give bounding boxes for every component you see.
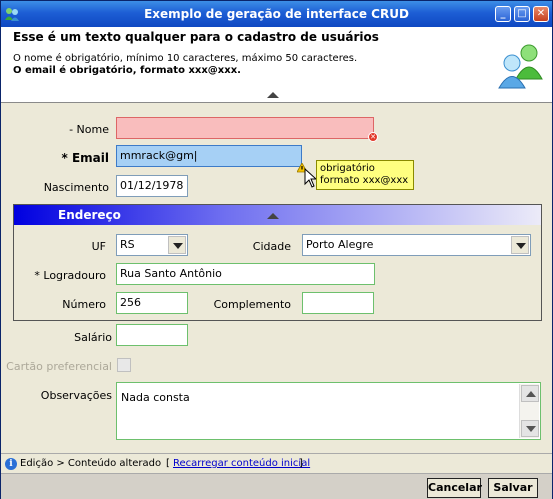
users-icon — [498, 44, 543, 89]
cidade-label: Cidade — [252, 240, 291, 253]
endereco-title: Endereço — [58, 208, 121, 222]
numero-label: Número — [62, 298, 106, 311]
window-title: Exemplo de geração de interface CRUD — [144, 7, 409, 21]
status-bar: i Edição > Conteúdo alterado [ Recarrega… — [1, 453, 552, 473]
endereco-header[interactable]: Endereço — [14, 205, 541, 225]
maximize-button[interactable]: □ — [514, 6, 530, 22]
status-text: Edição > Conteúdo alterado — [20, 458, 162, 469]
close-button[interactable]: ✕ — [533, 6, 549, 22]
info-icon: i — [5, 458, 17, 470]
logradouro-label: * Logradouro — [34, 269, 106, 282]
close-icon: ✕ — [536, 8, 546, 19]
reload-content-link[interactable]: Recarregar conteúdo inicial — [173, 458, 310, 469]
maximize-icon: □ — [517, 8, 527, 19]
tooltip-line-required: obrigatório — [320, 163, 375, 174]
nascimento-input[interactable]: 01/12/1978 — [116, 175, 188, 197]
error-icon: ✕ — [368, 132, 378, 142]
endereco-section: Endereço UF RS Cidade Porto Alegre * Log… — [13, 204, 542, 321]
form-header: Esse é um texto qualquer para o cadastro… — [1, 27, 552, 103]
logradouro-input[interactable]: Rua Santo Antônio — [116, 263, 375, 285]
header-title: Esse é um texto qualquer para o cadastro… — [13, 30, 379, 44]
button-bar: Cancelar Salvar — [1, 473, 552, 499]
status-bracket-open: [ — [166, 458, 170, 469]
status-bracket-close: ] — [299, 458, 303, 469]
cancel-button[interactable]: Cancelar — [427, 478, 482, 498]
minimize-icon: _ — [500, 8, 506, 19]
observacoes-value: Nada consta — [121, 391, 190, 404]
uf-value: RS — [120, 238, 135, 251]
chevron-down-icon[interactable] — [511, 236, 529, 254]
salario-label: Salário — [74, 331, 112, 344]
uf-label: UF — [91, 240, 106, 253]
crud-window: Exemplo de geração de interface CRUD _ □… — [0, 0, 553, 499]
collapse-header-icon[interactable] — [267, 92, 279, 98]
header-note-email: O email é obrigatório, formato xxx@xxx. — [13, 65, 241, 76]
observacoes-textarea[interactable]: Nada consta — [116, 382, 541, 440]
tooltip-line-format: formato xxx@xxx — [320, 175, 409, 186]
save-button[interactable]: Salvar — [488, 478, 538, 498]
observacoes-label: Observações — [40, 389, 112, 402]
validation-tooltip: obrigatório formato xxx@xxx — [316, 160, 414, 190]
cartao-checkbox[interactable] — [117, 358, 131, 372]
numero-input[interactable]: 256 — [116, 292, 188, 314]
form-area: - Nome ✕ * Email mmrack@gm| obrigatório … — [1, 104, 552, 453]
complemento-label: Complemento — [213, 298, 291, 311]
header-note-name: O nome é obrigatório, mínimo 10 caracter… — [13, 53, 358, 64]
cidade-value: Porto Alegre — [306, 238, 374, 251]
complemento-input[interactable] — [302, 292, 374, 314]
nome-label: - Nome — [69, 123, 109, 136]
observacoes-scrollbar[interactable] — [519, 384, 539, 438]
email-input[interactable]: mmrack@gm| — [116, 145, 302, 167]
title-bar: Exemplo de geração de interface CRUD _ □… — [1, 1, 552, 27]
email-label: * Email — [61, 151, 109, 165]
scroll-down-icon[interactable] — [521, 420, 539, 437]
scroll-up-icon[interactable] — [521, 385, 539, 402]
minimize-button[interactable]: _ — [495, 6, 511, 22]
nascimento-label: Nascimento — [43, 181, 109, 194]
nome-input[interactable] — [116, 117, 374, 139]
uf-select[interactable]: RS — [116, 234, 188, 256]
chevron-down-icon[interactable] — [168, 236, 186, 254]
collapse-endereco-icon[interactable] — [267, 213, 279, 219]
salario-input[interactable] — [116, 324, 188, 346]
cartao-label: Cartão preferencial — [6, 360, 112, 373]
cidade-select[interactable]: Porto Alegre — [302, 234, 531, 256]
